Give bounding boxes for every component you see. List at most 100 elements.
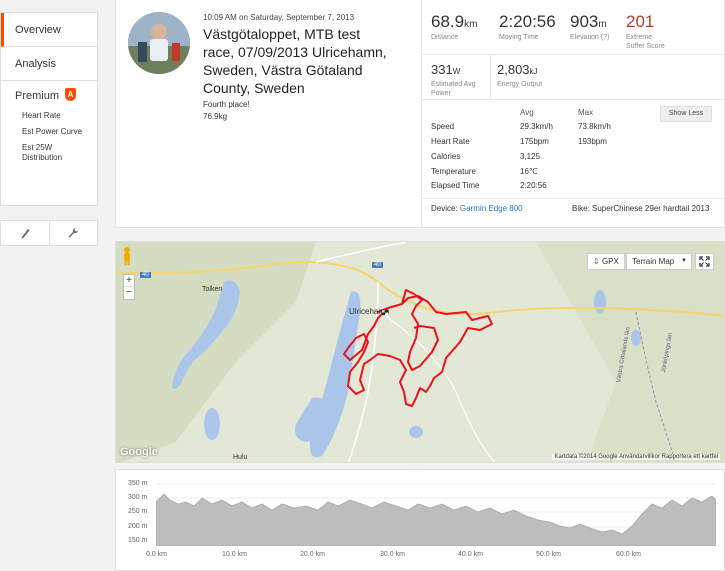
activity-card: 10:09 AM on Saturday, September 7, 2013 … <box>115 0 725 228</box>
sidebar-item-est-power-curve[interactable]: Est Power Curve <box>22 127 97 137</box>
x-tick-label: 40.0 km <box>458 551 483 558</box>
street-view-pegman-icon[interactable] <box>122 247 132 265</box>
stat-distance: 68.9km Distance <box>431 12 477 42</box>
elevation-help-link[interactable]: Elevation (?) <box>570 33 609 42</box>
stat-moving-time: 2:20:56 Moving Time <box>499 12 556 42</box>
map-label-tolken: Tolken <box>202 286 223 293</box>
stat-value: 201 <box>626 12 655 31</box>
y-tick-label: 300 m <box>128 494 148 501</box>
sidebar: Overview Analysis Premium A Heart Rate E… <box>0 12 98 246</box>
row-label: Elapsed Time <box>431 181 480 190</box>
divider <box>490 55 491 99</box>
stat-value: 68.9 <box>431 12 465 31</box>
sidebar-item-analysis[interactable]: Analysis <box>1 47 97 81</box>
table-row: Heart Rate 175bpm 193bpm <box>431 137 607 146</box>
map-attribution[interactable]: Kartdata ©2014 Google Användarvillkor Ra… <box>552 454 720 460</box>
divider <box>422 54 725 55</box>
stat-suffer-score[interactable]: 201 Extreme Suffer Score <box>626 12 665 51</box>
activity-date: 10:09 AM on Saturday, September 7, 2013 <box>203 13 355 22</box>
row-max: 193bpm <box>578 137 607 146</box>
y-tick-label: 250 m <box>128 508 148 515</box>
map-type-label: Terrain Map <box>632 257 675 266</box>
y-tick-label: 350 m <box>128 480 148 487</box>
road-shield-40: 40 <box>372 262 383 268</box>
athlete-avatar[interactable] <box>128 12 190 74</box>
resize-handle[interactable] <box>414 461 424 474</box>
edit-button[interactable] <box>1 221 49 245</box>
device-info: Device: Garmin Edge 800 <box>431 204 523 213</box>
map-label-hulu: Hulu <box>233 454 248 461</box>
premium-submenu: Heart Rate Est Power Curve Est 25W Distr… <box>1 106 97 163</box>
row-avg: 175bpm <box>520 137 549 146</box>
stat-label: Distance <box>431 34 459 41</box>
x-tick-label: 10.0 km <box>222 551 247 558</box>
stat-label: Moving Time <box>499 34 539 41</box>
description-line: 76.9kg <box>203 112 228 121</box>
elevation-profile[interactable]: 350 m 300 m 250 m 200 m 150 m 0.0 km 10.… <box>115 469 725 571</box>
description-line: Fourth place! <box>203 100 250 109</box>
activity-title-line: Sweden, Västra Götaland <box>203 62 363 78</box>
row-avg: 3,125 <box>520 152 541 161</box>
zoom-out-button[interactable]: − <box>124 287 134 299</box>
stat-unit: W <box>452 67 461 76</box>
stat-label: Suffer Score <box>626 43 665 50</box>
table-row: Calories 3,125 <box>431 152 540 161</box>
settings-button[interactable] <box>48 221 98 245</box>
download-icon: ⇩ <box>593 257 600 266</box>
fullscreen-button[interactable] <box>695 253 714 270</box>
zoom-control: + − <box>123 274 135 300</box>
stat-label: Extreme <box>626 34 653 41</box>
google-logo: Google <box>120 446 158 458</box>
wrench-icon <box>68 228 79 238</box>
activity-title: Västgötaloppet, MTB test race, 07/09/201… <box>203 25 423 97</box>
x-tick-label: 30.0 km <box>380 551 405 558</box>
row-avg: 29.3km/h <box>520 122 553 131</box>
row-avg: 2:20:56 <box>520 181 547 190</box>
map-type-select[interactable]: Terrain Map ▼ <box>626 253 692 270</box>
sidebar-nav: Overview Analysis Premium A Heart Rate E… <box>0 12 98 206</box>
stat-estimated-power: 331W Estimated Avg Power <box>431 61 476 98</box>
activity-title-line: County, Sweden <box>203 80 305 96</box>
zoom-in-button[interactable]: + <box>124 275 134 287</box>
table-header-avg: Avg <box>520 108 534 117</box>
map-canvas <box>116 242 724 462</box>
stat-elevation: 903m Elevation (?) <box>570 12 609 42</box>
stat-unit: kJ <box>529 67 538 76</box>
row-label: Calories <box>431 152 461 161</box>
sidebar-item-overview[interactable]: Overview <box>1 13 97 47</box>
sidebar-item-est-25w-distribution[interactable]: Est 25W Distribution <box>22 143 82 163</box>
gpx-download-button[interactable]: ⇩ GPX <box>587 253 625 270</box>
activity-title-line: Västgötaloppet, MTB test <box>203 26 361 42</box>
row-label: Speed <box>431 122 455 131</box>
table-row: Speed 29.3km/h 73.8km/h <box>431 122 611 131</box>
device-label: Device: <box>431 204 458 213</box>
device-link[interactable]: Garmin Edge 800 <box>460 204 523 213</box>
route-map[interactable]: Google Ulricehamn Tolken Hulu 40 40 Väst… <box>115 241 725 463</box>
show-less-button[interactable]: Show Less <box>660 106 712 122</box>
sidebar-item-premium[interactable]: Premium A <box>1 81 97 106</box>
expand-icon <box>699 256 710 267</box>
elevation-chart <box>156 483 716 546</box>
stat-label: Energy Output <box>497 81 543 88</box>
avatar-photo <box>128 12 190 74</box>
divider <box>421 0 422 228</box>
x-tick-label: 0.0 km <box>146 551 168 558</box>
sidebar-tools <box>0 220 98 246</box>
premium-label: Premium <box>15 90 60 102</box>
stat-energy-output: 2,803kJ Energy Output <box>497 61 542 89</box>
divider <box>422 99 725 100</box>
activity-title-line: race, 07/09/2013 Ulricehamn, <box>203 44 387 60</box>
sidebar-premium-section: Premium A Heart Rate Est Power Curve Est… <box>1 81 97 205</box>
row-avg: 16℃ <box>520 167 538 176</box>
row-label: Heart Rate <box>431 137 470 146</box>
stat-unit: km <box>464 19 478 30</box>
bike-info: Bike: SuperChinese 29er hardtail 2013 <box>572 204 710 213</box>
stat-value: 903 <box>570 12 599 31</box>
stat-unit: m <box>598 19 607 30</box>
map-label-ulricehamn: Ulricehamn <box>349 307 390 316</box>
stat-label: Estimated Avg <box>431 81 476 88</box>
gpx-label: GPX <box>601 257 619 266</box>
table-header-max: Max <box>578 108 594 117</box>
x-tick-label: 20.0 km <box>300 551 325 558</box>
sidebar-item-heart-rate[interactable]: Heart Rate <box>22 111 97 121</box>
